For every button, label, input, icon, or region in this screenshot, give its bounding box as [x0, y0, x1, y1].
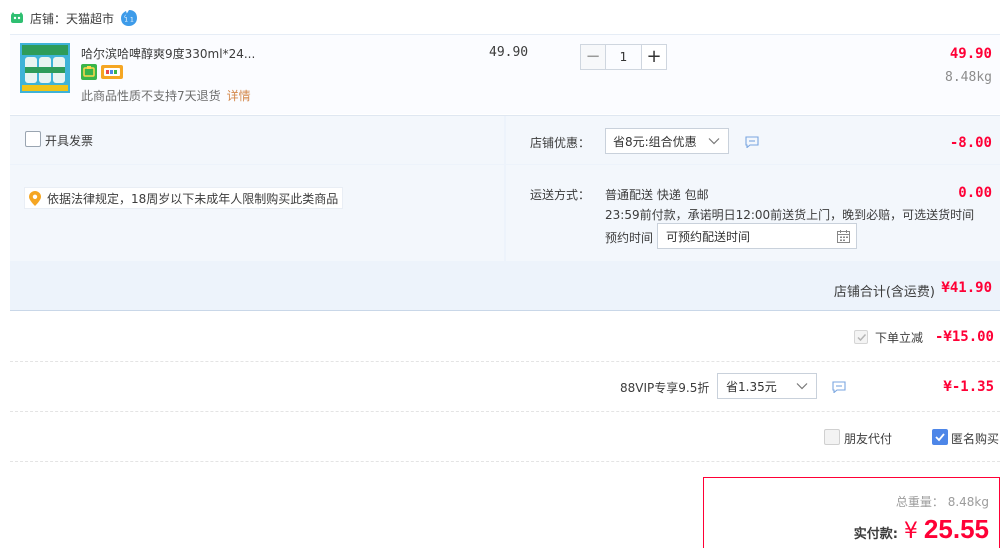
message-icon[interactable]: [745, 136, 759, 148]
chevron-down-icon: [708, 138, 720, 145]
instant-discount-checkbox[interactable]: [854, 330, 868, 344]
shipping-fee: 0.00: [958, 185, 992, 201]
store-total-label: 店铺合计(含运费): [833, 285, 935, 300]
product-thumbnail[interactable]: [20, 43, 70, 93]
shipping-method: 普通配送 快递 包邮: [605, 188, 709, 202]
store-name[interactable]: 店铺：天猫超市: [30, 10, 114, 27]
payment-summary: 总重量： 8.48kg 实付款: ¥ 25.55: [703, 477, 1000, 548]
schedule-label: 预约时间: [605, 231, 654, 245]
currency-symbol: ¥: [903, 519, 918, 544]
quantity-input[interactable]: 1: [606, 44, 641, 70]
return-policy-text: 此商品性质不支持7天退货: [81, 89, 221, 103]
payment-options-row: 朋友代付 匿名购买: [10, 412, 1000, 462]
customer-service-icon[interactable]: 1 1: [120, 9, 138, 27]
instant-discount-row: 下单立减 -¥15.00: [10, 312, 1000, 362]
vip-discount-row: 88VIP专享9.5折 省1.35元 ¥-1.35: [10, 362, 1000, 412]
notice-pane: [10, 165, 504, 261]
invoice-checkbox[interactable]: [25, 131, 41, 147]
age-restriction-text: 依据法律规定，18周岁以下未成年人限制购买此类商品: [47, 191, 339, 206]
anonymous-purchase-checkbox[interactable]: [932, 429, 948, 445]
shipping-label: 运送方式：: [530, 188, 591, 202]
item-weight: 8.48kg: [945, 70, 992, 85]
credit-card-icon[interactable]: [81, 64, 97, 80]
tmall-cat-icon: [11, 12, 23, 23]
vip-discount-label: 88VIP专享9.5折: [620, 381, 710, 395]
location-pin-icon: [29, 191, 41, 206]
total-weight: 总重量： 8.48kg: [895, 495, 989, 509]
invoice-label[interactable]: 开具发票: [45, 132, 93, 149]
chevron-down-icon: [796, 383, 808, 390]
item-total-price: 49.90: [949, 46, 992, 62]
age-restriction-notice: 依据法律规定，18周岁以下未成年人限制购买此类商品: [24, 187, 344, 209]
store-discount-label: 店铺优惠：: [530, 136, 591, 150]
order-options-panel: 开具发票 依据法律规定，18周岁以下未成年人限制购买此类商品 店铺优惠： 省8元…: [10, 115, 1000, 311]
amount-due-value: 25.55: [923, 514, 989, 544]
store-header: 店铺：天猫超市 1 1: [10, 9, 138, 27]
message-icon[interactable]: [832, 381, 846, 393]
delivery-time-input[interactable]: 可预约配送时间: [657, 223, 857, 249]
anonymous-purchase-label[interactable]: 匿名购买: [951, 430, 999, 447]
delivery-time-placeholder: 可预约配送时间: [666, 229, 751, 244]
check-icon: [935, 433, 945, 442]
instant-discount-label: 下单立减: [875, 331, 924, 345]
vip-discount-selected: 省1.35元: [726, 379, 777, 394]
svg-text:1 1: 1 1: [124, 17, 134, 24]
item-row: 哈尔滨哈啤醇爽9度330ml*24... 此商品性质不支持7天退货 详情 49.9…: [10, 34, 1000, 114]
vip-discount-select[interactable]: 省1.35元: [717, 373, 817, 399]
unit-price: 49.90: [489, 45, 529, 60]
amount-due-label: 实付款:: [853, 527, 898, 542]
calendar-icon[interactable]: [837, 230, 850, 243]
quantity-increase-button[interactable]: +: [641, 44, 667, 70]
vip-discount-value: ¥-1.35: [943, 379, 994, 395]
store-discount-select[interactable]: 省8元:组合优惠: [605, 128, 729, 154]
policy-detail-link[interactable]: 详情: [227, 89, 251, 103]
store-total-value: ¥41.90: [941, 280, 992, 296]
amount-due: 实付款: ¥ 25.55: [854, 514, 989, 545]
return-policy-note: 此商品性质不支持7天退货 详情: [81, 87, 251, 104]
quantity-decrease-button[interactable]: −: [580, 44, 606, 70]
store-discount-value: -8.00: [949, 135, 992, 151]
installment-icon[interactable]: [101, 65, 123, 79]
product-title[interactable]: 哈尔滨哈啤醇爽9度330ml*24...: [81, 45, 255, 62]
check-icon: [857, 333, 867, 342]
delivery-promise: 23:59前付款，承诺明日12:00前送货上门，晚到必赔，可选送货时间: [605, 208, 975, 222]
friend-pay-label[interactable]: 朋友代付: [844, 430, 892, 447]
friend-pay-checkbox[interactable]: [824, 429, 840, 445]
store-discount-selected: 省8元:组合优惠: [613, 134, 697, 149]
quantity-stepper: − 1 +: [580, 44, 667, 70]
instant-discount-value: -¥15.00: [934, 329, 994, 345]
